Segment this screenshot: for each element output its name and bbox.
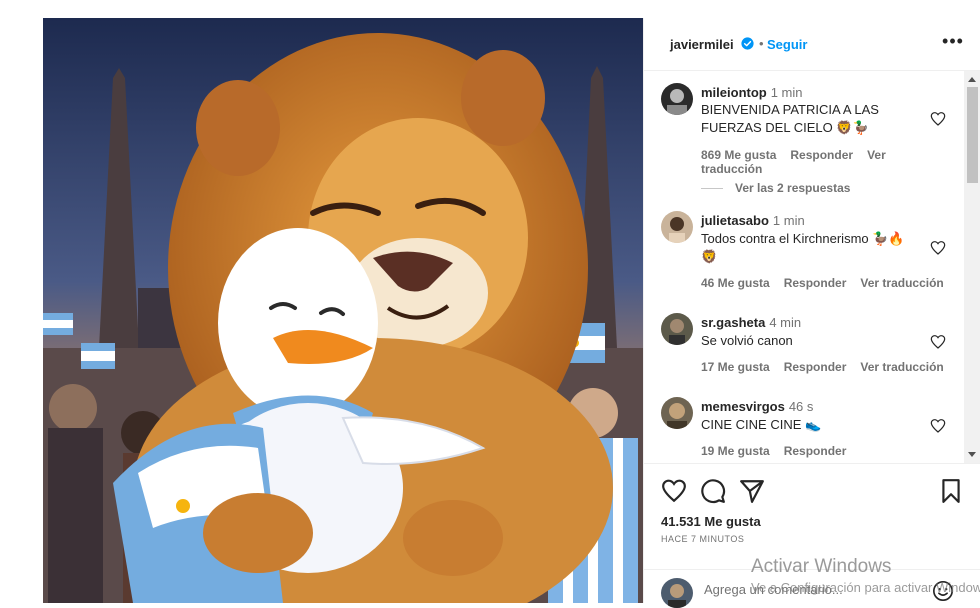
like-comment-heart-icon[interactable]	[930, 111, 946, 127]
comment-text: Se volvió canon	[701, 333, 793, 348]
comment-username[interactable]: memesvirgos 46 s	[701, 399, 813, 414]
comment-likes[interactable]: 46 Me gusta	[701, 276, 770, 290]
comment-text: Todos contra el Kirchnerismo 🦆🔥 🦁	[701, 231, 905, 264]
avatar[interactable]	[661, 211, 693, 243]
like-comment-heart-icon[interactable]	[930, 334, 946, 350]
avatar[interactable]	[661, 313, 693, 345]
comment-list: mileiontop 1 min BIENVENIDA PATRICIA A LA…	[644, 71, 980, 463]
like-comment-heart-icon[interactable]	[930, 240, 946, 256]
avatar-image	[661, 578, 693, 608]
post-likes-count[interactable]: 41.531 Me gusta	[661, 514, 761, 529]
follow-button[interactable]: Seguir	[767, 37, 807, 52]
post-dialog: javiermilei • Seguir ••• mileiontop 1 min…	[0, 0, 980, 608]
avatar[interactable]	[661, 397, 693, 429]
comment-username-text[interactable]: memesvirgos	[701, 399, 785, 414]
save-bookmark-icon[interactable]	[938, 478, 964, 504]
comment-bubble-icon[interactable]	[700, 478, 726, 504]
comment-username[interactable]: sr.gasheta 4 min	[701, 315, 801, 330]
comment-time: 46 s	[788, 399, 814, 414]
comment-item: memesvirgos 46 s CINE CINE CINE 👟 19 Me g…	[644, 387, 964, 463]
comment-text: CINE CINE CINE 👟	[701, 417, 822, 432]
reply-button[interactable]: Responder	[790, 148, 853, 162]
current-user-avatar	[661, 578, 693, 608]
comment-text: BIENVENIDA PATRICIA A LAS FUERZAS DEL CI…	[701, 102, 879, 135]
comment-time: 1 min	[770, 85, 803, 100]
avatar-image	[661, 83, 693, 115]
verified-badge-icon	[741, 37, 754, 50]
comment-item: sr.gasheta 4 min Se volvió canon 17 Me gu…	[644, 303, 964, 387]
scroll-thumb[interactable]	[967, 87, 978, 183]
comment-username[interactable]: julietasabo 1 min	[701, 213, 805, 228]
windows-activation-title: Activar Windows	[751, 556, 892, 577]
avatar-image	[661, 397, 693, 429]
comment-meta: 46 Me gusta Responder Ver traducción	[701, 276, 958, 290]
translate-button[interactable]: Ver traducción	[860, 360, 943, 374]
comment-item: mileiontop 1 min BIENVENIDA PATRICIA A LA…	[644, 71, 964, 201]
comments-scrollbar[interactable]	[964, 71, 980, 463]
translate-button[interactable]: Ver traducción	[860, 276, 943, 290]
avatar-image	[661, 313, 693, 345]
windows-activation-subtitle: Ve a Configuración para activar Windows.	[751, 580, 980, 595]
like-heart-icon[interactable]	[661, 478, 687, 504]
comment-time: 4 min	[769, 315, 802, 330]
more-options-icon[interactable]: •••	[942, 30, 964, 52]
comment-likes[interactable]: 869 Me gusta	[701, 148, 776, 162]
author-username[interactable]: javiermilei	[670, 37, 734, 52]
comment-meta: 19 Me gusta Responder	[701, 444, 860, 458]
comment-likes[interactable]: 17 Me gusta	[701, 360, 770, 374]
comment-likes[interactable]: 19 Me gusta	[701, 444, 770, 458]
reply-button[interactable]: Responder	[784, 276, 847, 290]
comment-item: julietasabo 1 min Todos contra el Kirchne…	[644, 201, 964, 301]
post-image[interactable]	[43, 18, 643, 603]
view-replies-button[interactable]: Ver las 2 respuestas	[701, 181, 850, 195]
post-header: javiermilei • Seguir •••	[644, 18, 980, 71]
comment-username-text[interactable]: julietasabo	[701, 213, 769, 228]
header-separator: •	[759, 36, 764, 51]
post-timestamp: HACE 7 MINUTOS	[661, 534, 745, 544]
comment-username[interactable]: mileiontop 1 min	[701, 85, 803, 100]
avatar-image	[661, 211, 693, 243]
like-comment-heart-icon[interactable]	[930, 418, 946, 434]
comment-time: 1 min	[772, 213, 805, 228]
scroll-down-arrow-icon[interactable]	[968, 452, 976, 457]
post-sidebar: javiermilei • Seguir ••• mileiontop 1 min…	[643, 18, 980, 608]
replies-line	[701, 188, 723, 190]
avatar[interactable]	[661, 83, 693, 115]
comment-username-text[interactable]: sr.gasheta	[701, 315, 765, 330]
reply-button[interactable]: Responder	[784, 360, 847, 374]
comment-username-text[interactable]: mileiontop	[701, 85, 767, 100]
reply-button[interactable]: Responder	[784, 444, 847, 458]
comment-meta: 17 Me gusta Responder Ver traducción	[701, 360, 958, 374]
view-replies-label[interactable]: Ver las 2 respuestas	[735, 181, 850, 195]
comment-meta: 869 Me gusta Responder Ver traducción	[701, 148, 964, 176]
lion-duck-illustration	[43, 18, 643, 603]
scroll-up-arrow-icon[interactable]	[968, 77, 976, 82]
share-paper-plane-icon[interactable]	[739, 478, 765, 504]
